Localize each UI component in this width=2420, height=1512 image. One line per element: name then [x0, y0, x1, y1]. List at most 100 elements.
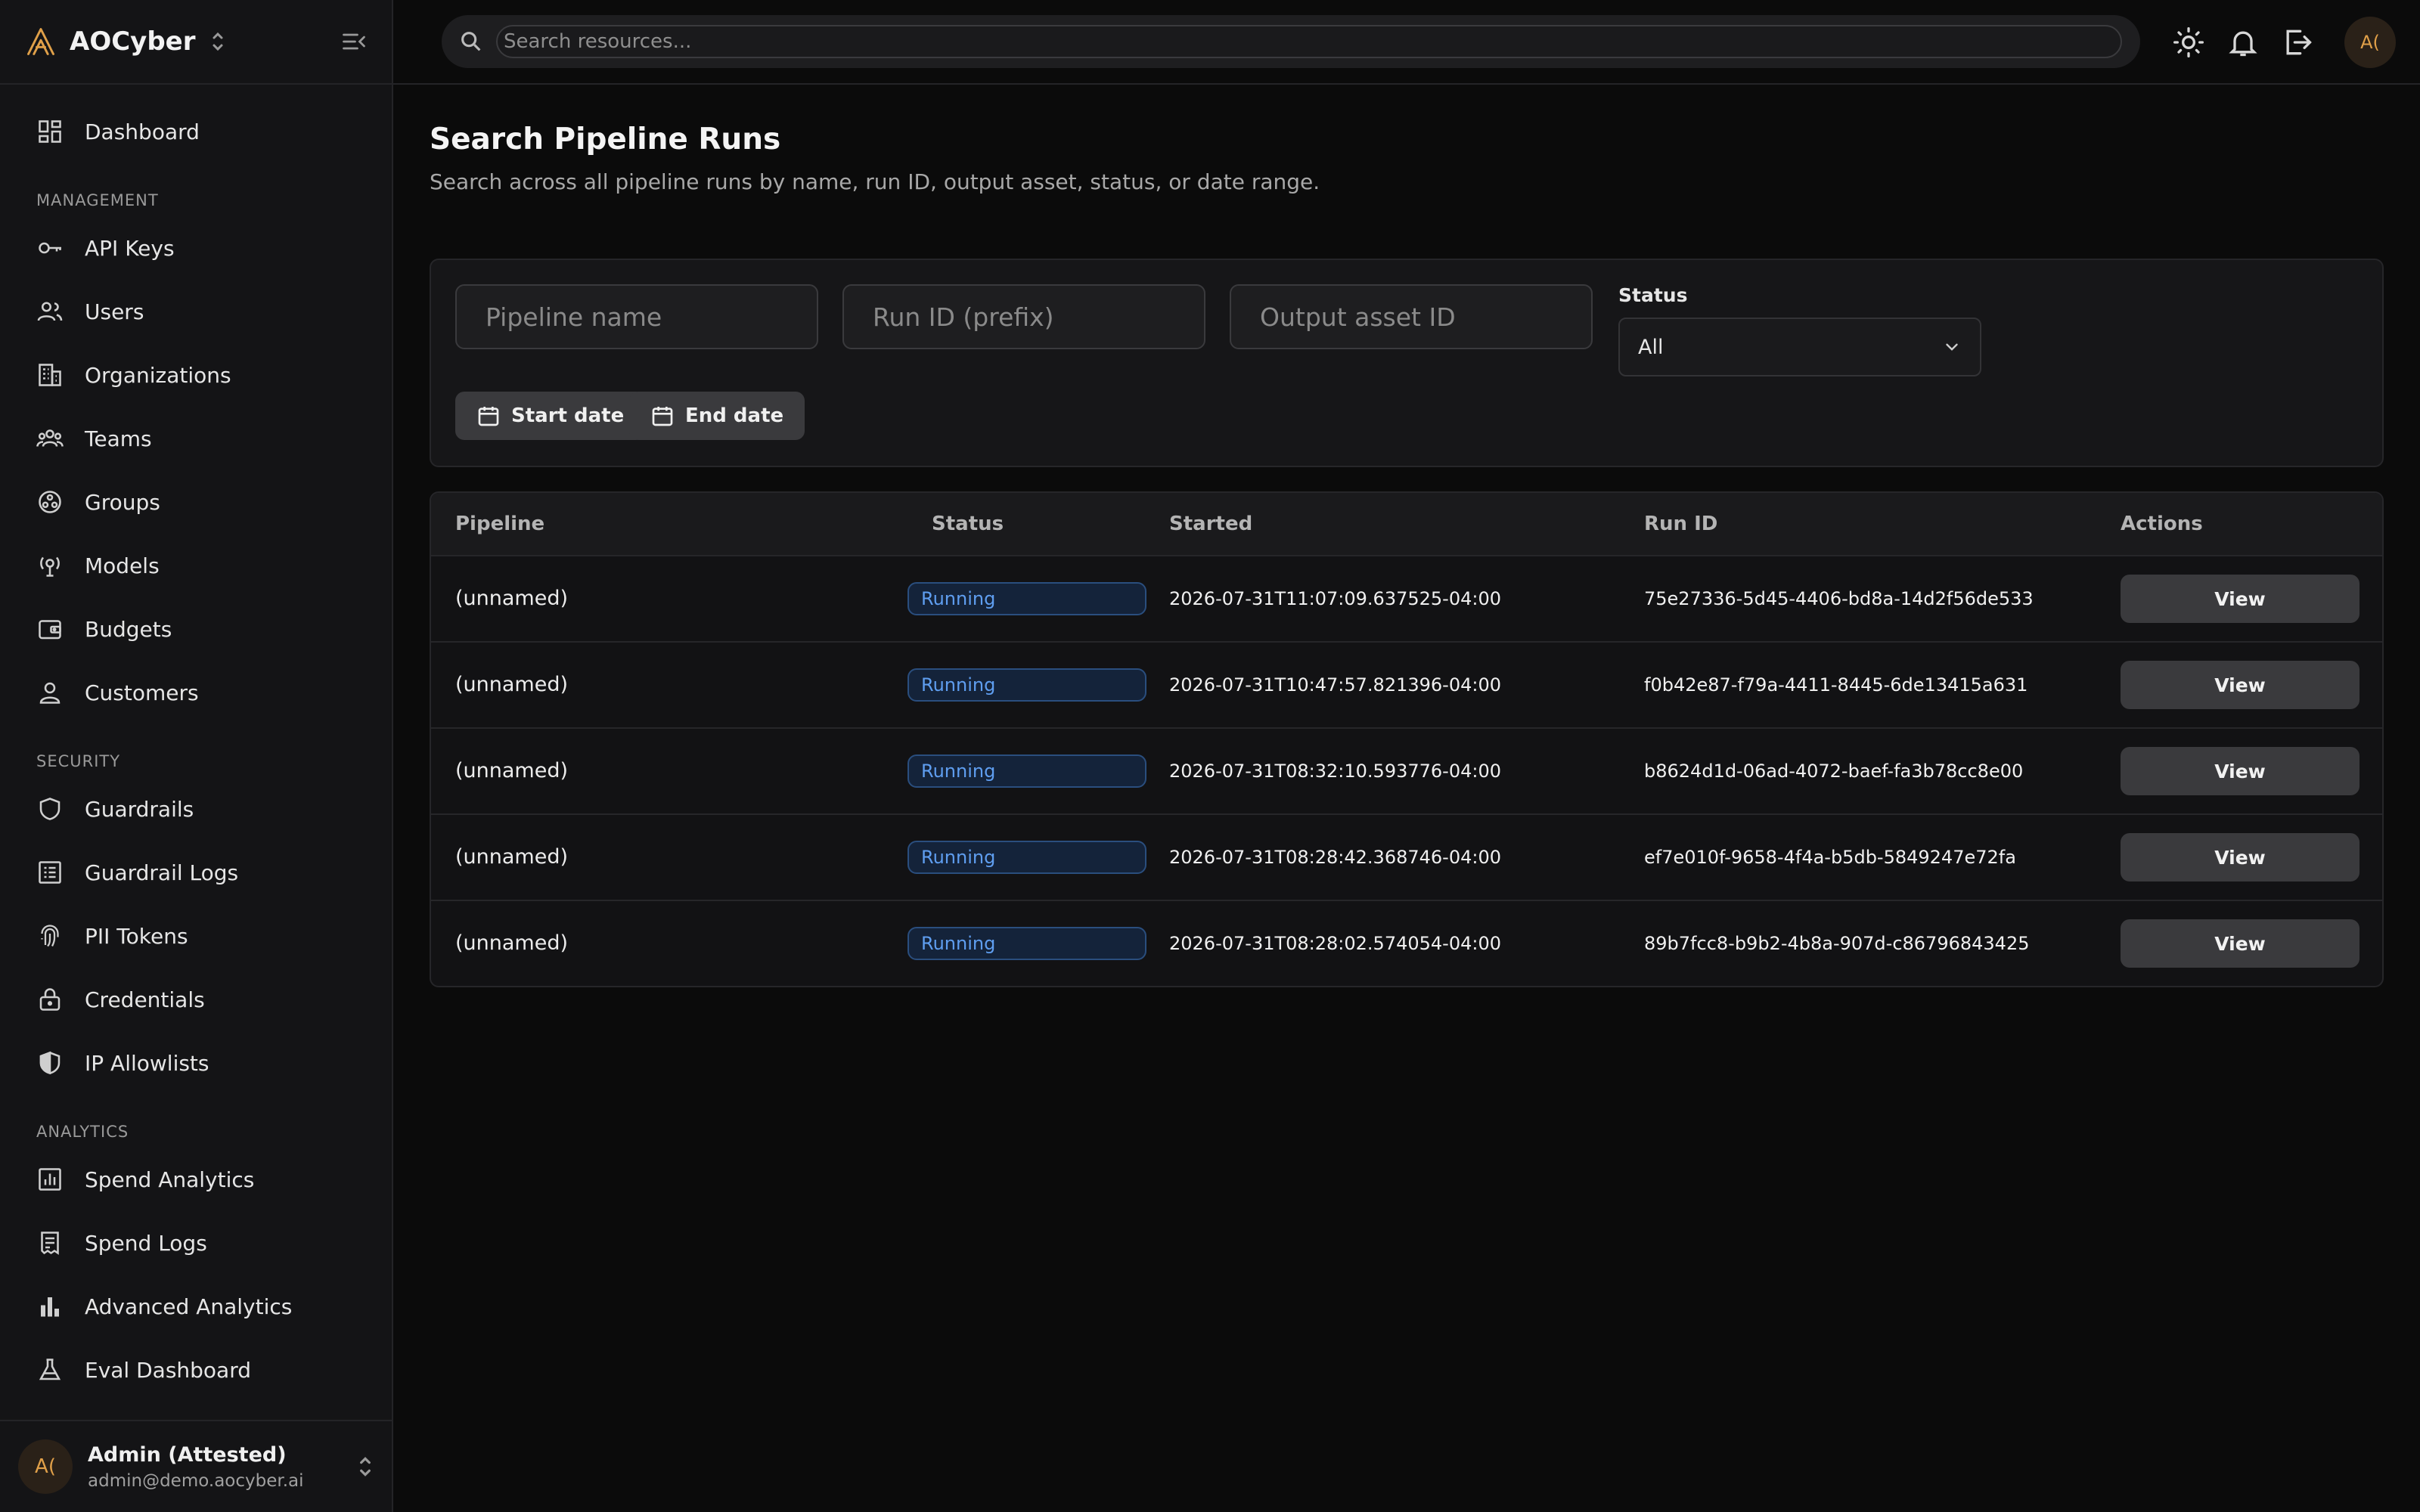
receipt-icon — [41, 1232, 59, 1255]
sidebar-item-guardrail-logs[interactable]: Guardrail Logs — [0, 841, 392, 904]
sidebar-item-label: Spend Logs — [85, 1230, 207, 1256]
sidebar-item-spend-logs[interactable]: Spend Logs — [0, 1211, 392, 1275]
users-icon — [37, 302, 63, 321]
view-button[interactable]: View — [2121, 919, 2360, 968]
global-search — [442, 15, 2140, 68]
view-button[interactable]: View — [2121, 575, 2360, 623]
user-menu-chevron-icon[interactable] — [357, 1455, 374, 1479]
runs-table: Pipeline Status Started Run ID Actions (… — [430, 491, 2384, 987]
sidebar-item-label: Users — [85, 299, 144, 324]
sidebar-item-label: Models — [85, 553, 160, 578]
run-id-cell: 89b7fcc8-b9b2-4b8a-907d-c86796843425 — [1644, 933, 2030, 954]
sidebar-item-label: Spend Analytics — [85, 1167, 255, 1192]
status-badge: Running — [908, 668, 1146, 702]
status-badge: Running — [908, 582, 1146, 615]
topbar-actions: A( — [2151, 17, 2396, 68]
sidebar-item-api-keys[interactable]: API Keys — [0, 216, 392, 280]
chart-box-icon — [39, 1168, 61, 1191]
sidebar-item-budgets[interactable]: Budgets — [0, 597, 392, 661]
sidebar-item-eval-dashboard[interactable]: Eval Dashboard — [0, 1338, 392, 1402]
column-header-pipeline[interactable]: Pipeline — [455, 493, 544, 555]
sidebar-header: AOCyber — [0, 0, 392, 85]
column-header-started[interactable]: Started — [1169, 493, 1252, 555]
table-row: (unnamed) Running 2026-07-31T11:07:09.63… — [431, 556, 2382, 643]
bar-chart-icon — [41, 1297, 59, 1317]
section-title-management: MANAGEMENT — [36, 191, 159, 209]
sidebar-item-spend-analytics[interactable]: Spend Analytics — [0, 1148, 392, 1211]
end-date-button[interactable]: End date — [629, 392, 805, 440]
user-email: admin@demo.aocyber.ai — [88, 1470, 304, 1491]
logout-icon[interactable] — [2281, 26, 2314, 59]
status-select[interactable]: All — [1618, 318, 1981, 376]
brand-name[interactable]: AOCyber — [70, 26, 196, 57]
search-input[interactable] — [496, 25, 2122, 58]
started-cell: 2026-07-31T08:28:02.574054-04:00 — [1169, 933, 1501, 954]
status-label: Status — [1618, 284, 1688, 306]
sidebar-item-pii-tokens[interactable]: PII Tokens — [0, 904, 392, 968]
sidebar-item-label: Advanced Analytics — [85, 1294, 293, 1319]
sidebar-item-teams[interactable]: Teams — [0, 407, 392, 470]
bell-icon[interactable] — [2226, 26, 2260, 59]
avatar[interactable]: A( — [2344, 17, 2396, 68]
topbar: A( — [393, 0, 2420, 85]
started-cell: 2026-07-31T11:07:09.637525-04:00 — [1169, 588, 1501, 609]
sidebar-item-guardrails[interactable]: Guardrails — [0, 777, 392, 841]
sidebar-item-dashboard[interactable]: Dashboard — [0, 100, 392, 163]
team-icon — [36, 429, 64, 447]
status-badge: Running — [908, 841, 1146, 874]
column-header-run-id[interactable]: Run ID — [1644, 493, 1717, 555]
sidebar-item-customers[interactable]: Customers — [0, 661, 392, 724]
pipeline-cell: (unnamed) — [455, 931, 569, 955]
view-button[interactable]: View — [2121, 661, 2360, 709]
user-info: Admin (Attested) admin@demo.aocyber.ai — [88, 1443, 304, 1491]
sun-icon[interactable] — [2172, 26, 2205, 59]
sidebar-item-groups[interactable]: Groups — [0, 470, 392, 534]
start-date-label: Start date — [511, 404, 625, 427]
sidebar-item-ip-allowlists[interactable]: IP Allowlists — [0, 1031, 392, 1095]
sidebar-item-label: Teams — [85, 426, 152, 451]
main-content: Search Pipeline Runs Search across all p… — [430, 85, 2384, 987]
view-button[interactable]: View — [2121, 833, 2360, 881]
sidebar-item-organizations[interactable]: Organizations — [0, 343, 392, 407]
sidebar-item-advanced-analytics[interactable]: Advanced Analytics — [0, 1275, 392, 1338]
sidebar-nav: Dashboard MANAGEMENT API Keys Users Orga… — [0, 85, 392, 1402]
lock-icon — [39, 988, 60, 1011]
search-icon — [461, 32, 481, 51]
sidebar-item-label: Groups — [85, 489, 160, 515]
sidebar-item-label: Eval Dashboard — [85, 1357, 252, 1383]
pipeline-cell: (unnamed) — [455, 587, 569, 610]
end-date-label: End date — [685, 404, 784, 427]
column-header-status[interactable]: Status — [932, 493, 1004, 555]
logs-icon — [39, 861, 61, 884]
shield-half-icon — [39, 1051, 60, 1075]
filter-panel: Status All Start date End date — [430, 259, 2384, 467]
sidebar-item-label: IP Allowlists — [85, 1050, 209, 1076]
start-date-button[interactable]: Start date — [455, 392, 646, 440]
output-asset-input[interactable] — [1230, 284, 1593, 349]
sidebar-item-users[interactable]: Users — [0, 280, 392, 343]
sidebar-item-label: Credentials — [85, 987, 205, 1012]
person-icon — [39, 682, 60, 704]
started-cell: 2026-07-31T10:47:57.821396-04:00 — [1169, 674, 1501, 696]
pipeline-cell: (unnamed) — [455, 673, 569, 696]
aocyber-logo-icon — [27, 28, 54, 55]
sidebar-item-credentials[interactable]: Credentials — [0, 968, 392, 1031]
collapse-sidebar-icon[interactable] — [340, 28, 368, 55]
section-title-security: SECURITY — [36, 752, 121, 770]
sidebar-item-models[interactable]: Models — [0, 534, 392, 597]
sidebar-item-label: PII Tokens — [85, 923, 188, 949]
user-menu[interactable]: A( Admin (Attested) admin@demo.aocyber.a… — [0, 1420, 392, 1512]
status-badge: Running — [908, 927, 1146, 960]
switcher-chevron-icon[interactable] — [209, 30, 226, 53]
sidebar-item-label: Guardrails — [85, 796, 194, 822]
view-button[interactable]: View — [2121, 747, 2360, 795]
calendar-icon — [478, 407, 499, 426]
column-header-actions: Actions — [2121, 513, 2203, 535]
key-icon — [39, 242, 61, 254]
table-row: (unnamed) Running 2026-07-31T10:47:57.82… — [431, 643, 2382, 729]
run-id-input[interactable] — [842, 284, 1205, 349]
pipeline-name-input[interactable] — [455, 284, 818, 349]
pipeline-cell: (unnamed) — [455, 845, 569, 869]
sidebar-item-label: API Keys — [85, 235, 175, 261]
calendar-icon — [652, 407, 673, 426]
